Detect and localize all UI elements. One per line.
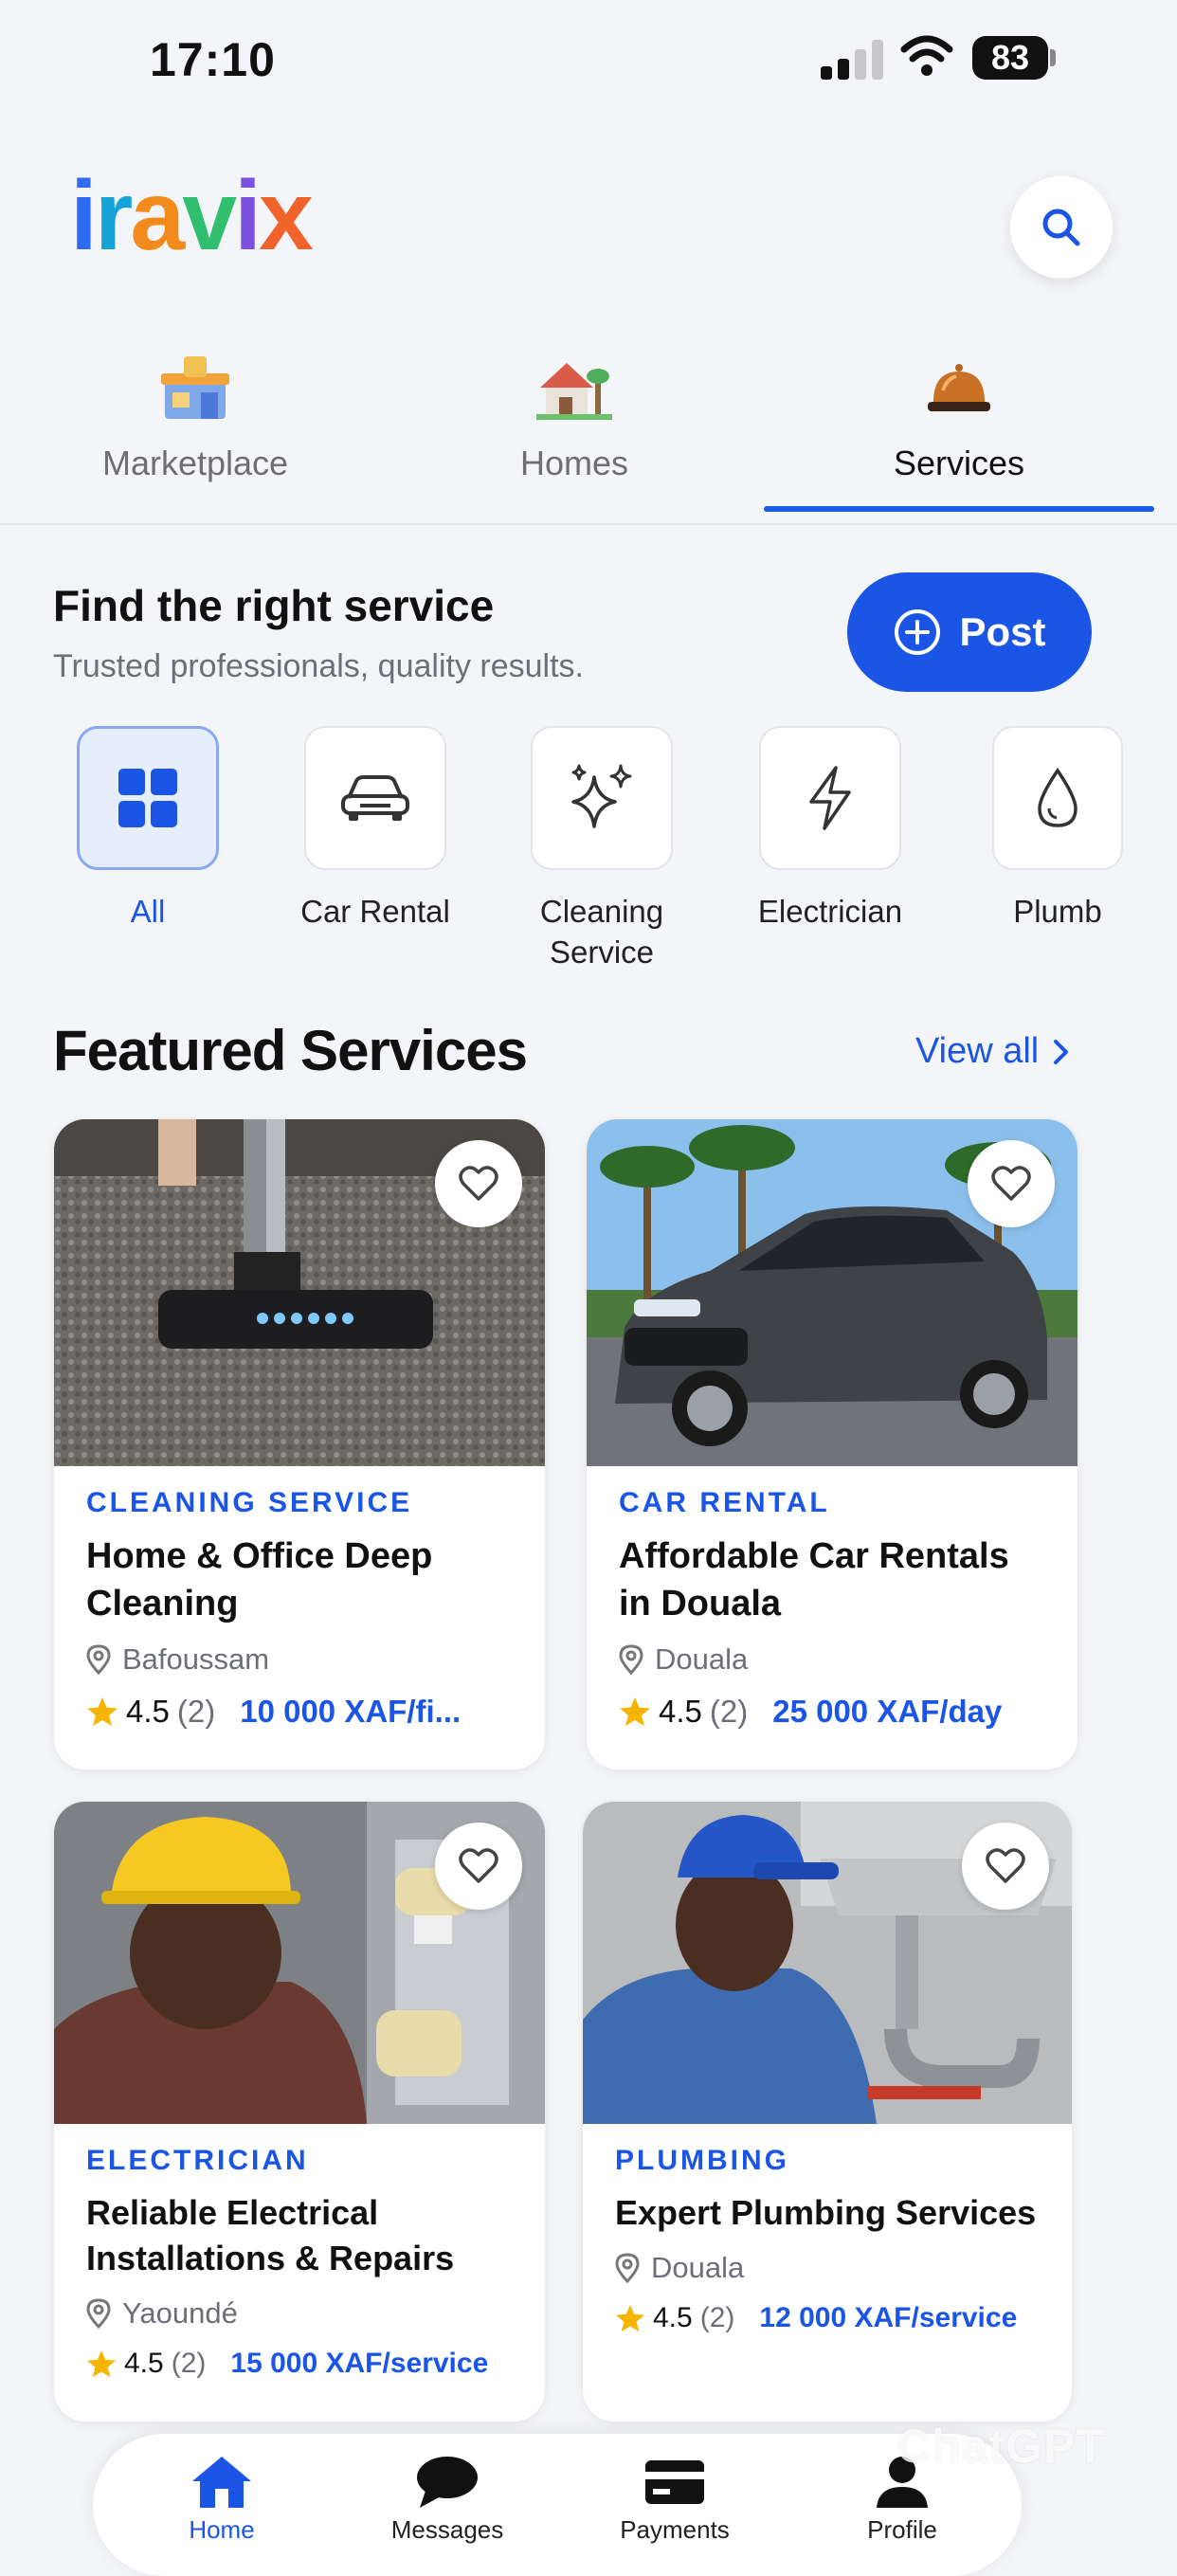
category-label: Plumb [1013, 894, 1102, 929]
tab-marketplace[interactable]: Marketplace [0, 351, 390, 512]
featured-title: Featured Services [53, 1019, 528, 1082]
tab-homes[interactable]: Homes [379, 351, 770, 512]
service-card-plumbing[interactable]: PLUMBING Expert Plumbing Services Douala… [582, 1801, 1073, 2422]
service-card-car-rental[interactable]: CAR RENTAL Affordable Car Rentals in Dou… [586, 1118, 1078, 1770]
star-icon [620, 1697, 650, 1726]
location-pin-icon [86, 2298, 111, 2329]
heart-icon [991, 1166, 1031, 1201]
status-time: 17:10 [150, 33, 276, 86]
category-all[interactable]: All [72, 726, 224, 932]
sparkles-icon [531, 726, 673, 870]
star-icon [87, 1697, 118, 1726]
marketplace-icon [153, 351, 238, 426]
house-icon [532, 351, 617, 426]
watermark: ChatGPT [896, 2420, 1106, 2473]
card-location: Douala [619, 1642, 1045, 1677]
battery-level: 83 [972, 36, 1048, 80]
electrician-photo [54, 1802, 545, 2124]
category-label: Electrician [757, 894, 903, 929]
cleaning-photo [54, 1119, 545, 1466]
card-meta: 4.5 (2) 10 000 XAF/fi... [86, 1694, 513, 1730]
service-card-electrician[interactable]: ELECTRICIAN Reliable Electrical Installa… [53, 1801, 546, 2422]
car-photo [587, 1119, 1077, 1466]
tab-label: Services [893, 444, 1025, 482]
wifi-icon [900, 34, 953, 80]
view-all-label: View all [915, 1031, 1040, 1071]
location-pin-icon [615, 2253, 640, 2283]
heart-icon [459, 1166, 498, 1201]
active-tab-indicator [764, 506, 1154, 512]
grid-icon [77, 726, 219, 870]
card-title: Reliable Electrical Installations & Repa… [86, 2193, 455, 2277]
chevron-right-icon [1054, 1039, 1069, 1064]
tab-label: Homes [519, 444, 629, 482]
card-category: CAR RENTAL [619, 1487, 830, 1518]
service-card-cleaning[interactable]: CLEANING SERVICE Home & Office Deep Clea… [53, 1118, 546, 1770]
favorite-button[interactable] [968, 1140, 1055, 1227]
heart-icon [459, 1848, 498, 1883]
card-icon [645, 2460, 704, 2504]
favorite-button[interactable] [435, 1140, 522, 1227]
nav-home[interactable]: Home [127, 2453, 317, 2545]
divider [0, 523, 1177, 525]
bottom-nav: Home Messages Payments Profile [93, 2434, 1022, 2576]
location-pin-icon [619, 1644, 643, 1675]
card-category: CLEANING SERVICE [86, 1487, 413, 1518]
drop-icon [992, 726, 1123, 870]
heart-icon [986, 1848, 1025, 1883]
tab-services[interactable]: Services [764, 351, 1154, 512]
nav-payments[interactable]: Payments [580, 2453, 770, 2545]
card-category: ELECTRICIAN [86, 2145, 309, 2176]
plus-circle-icon [895, 609, 941, 655]
section-subtitle: Trusted professionals, quality results. [53, 648, 584, 684]
card-meta: 4.5 (2) 15 000 XAF/service [86, 2348, 513, 2380]
post-button[interactable]: Post [847, 572, 1092, 692]
location-pin-icon [86, 1644, 111, 1675]
category-label: Car Rental [300, 894, 450, 929]
search-button[interactable] [1010, 176, 1113, 279]
category-label: Cleaning Service [539, 894, 664, 970]
post-label: Post [959, 609, 1046, 654]
section-title: Find the right service [53, 581, 495, 630]
category-car-rental[interactable]: Car Rental [299, 726, 451, 932]
plumber-photo [583, 1802, 1072, 2124]
card-category: PLUMBING [615, 2145, 789, 2176]
category-electrician[interactable]: Electrician [754, 726, 906, 932]
card-meta: 4.5 (2) 25 000 XAF/day [619, 1694, 1045, 1730]
category-label: All [130, 894, 166, 929]
star-icon [616, 2304, 644, 2332]
card-meta: 4.5 (2) 12 000 XAF/service [615, 2302, 1040, 2334]
card-title: Affordable Car Rentals in Douala [619, 1536, 1009, 1624]
view-all-link[interactable]: View all [915, 1031, 1071, 1072]
favorite-button[interactable] [962, 1823, 1049, 1910]
car-icon [304, 726, 446, 870]
star-icon [87, 2349, 116, 2378]
card-title: Home & Office Deep Cleaning [86, 1536, 433, 1624]
card-location: Yaoundé [86, 2296, 513, 2331]
card-location: Douala [615, 2251, 1040, 2285]
lightning-icon [759, 726, 901, 870]
category-cleaning-service[interactable]: Cleaning Service [526, 726, 678, 972]
search-icon [1042, 209, 1080, 246]
app-logo: iravix [70, 161, 314, 271]
favorite-button[interactable] [435, 1823, 522, 1910]
card-location: Bafoussam [86, 1642, 513, 1677]
cellular-signal-icon [821, 38, 883, 80]
service-bell-icon [916, 351, 1002, 426]
home-icon [192, 2457, 251, 2508]
nav-messages[interactable]: Messages [353, 2453, 542, 2545]
category-plumbing[interactable]: Plumb [982, 726, 1133, 932]
battery-icon: 83 [972, 36, 1056, 80]
chat-bubble-icon [417, 2457, 478, 2508]
tab-label: Marketplace [101, 444, 289, 482]
card-title: Expert Plumbing Services [615, 2193, 1037, 2232]
